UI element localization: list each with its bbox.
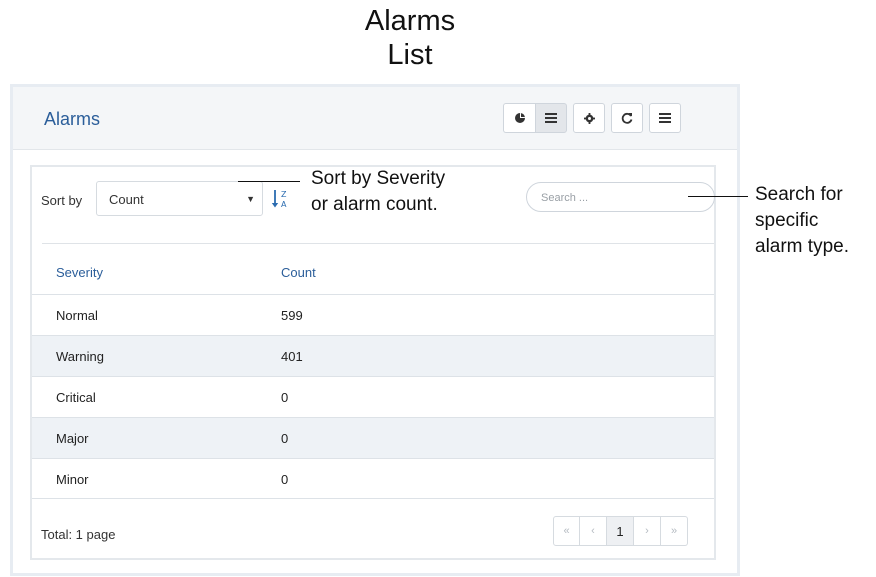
table-row[interactable]: Normal 599 bbox=[32, 294, 714, 335]
alarms-grid-panel: Sort by Count ▼ Z A Severity Count Norma… bbox=[30, 165, 716, 560]
svg-text:Z: Z bbox=[281, 190, 287, 199]
figure-title-line-2: List bbox=[387, 39, 433, 71]
column-header-severity[interactable]: Severity bbox=[56, 265, 103, 280]
svg-text:A: A bbox=[281, 200, 287, 209]
prev-page-button[interactable]: ‹ bbox=[580, 516, 607, 546]
cell-severity: Warning bbox=[56, 349, 104, 364]
chevron-down-icon: ▼ bbox=[246, 194, 255, 204]
sort-callout-text: Sort by Severity or alarm count. bbox=[311, 166, 445, 218]
list-view-icon bbox=[545, 113, 557, 123]
pagination: « ‹ 1 › » bbox=[553, 516, 688, 546]
first-page-button[interactable]: « bbox=[553, 516, 580, 546]
menu-icon bbox=[659, 113, 671, 123]
sort-callout-line bbox=[238, 181, 300, 182]
cell-severity: Normal bbox=[56, 308, 98, 323]
search-callout-line-3: alarm type. bbox=[755, 236, 849, 257]
cell-severity: Minor bbox=[56, 472, 89, 487]
widget-header: Alarms bbox=[13, 87, 737, 150]
refresh-icon bbox=[621, 112, 633, 124]
pie-chart-view-button[interactable] bbox=[503, 103, 535, 133]
search-input[interactable] bbox=[539, 189, 703, 207]
figure-title-line-1: Alarms bbox=[364, 5, 456, 37]
cell-count: 599 bbox=[281, 308, 303, 323]
search-box[interactable] bbox=[526, 182, 715, 212]
refresh-button[interactable] bbox=[611, 103, 643, 133]
search-callout-text: Search for specific alarm type. bbox=[755, 182, 849, 260]
alarms-widget: Alarms Sort by Count ▼ Z A Search ... Se… bbox=[10, 84, 740, 576]
sort-by-select[interactable]: Count ▼ bbox=[96, 181, 263, 216]
table-row[interactable]: Minor 0 bbox=[32, 458, 714, 499]
pie-chart-icon bbox=[514, 113, 525, 123]
cell-severity: Major bbox=[56, 431, 89, 446]
next-page-button[interactable]: › bbox=[634, 516, 661, 546]
menu-button[interactable] bbox=[649, 103, 681, 133]
sort-by-label: Sort by bbox=[41, 193, 83, 208]
cell-count: 401 bbox=[281, 349, 303, 364]
cell-count: 0 bbox=[281, 431, 289, 446]
cell-severity: Critical bbox=[56, 390, 96, 405]
cell-count: 0 bbox=[281, 472, 289, 487]
view-toggle-group bbox=[503, 103, 573, 133]
divider bbox=[42, 243, 714, 244]
figure-title: Alarms List bbox=[300, 4, 520, 72]
last-page-button[interactable]: » bbox=[661, 516, 688, 546]
widget-toolbar bbox=[503, 103, 687, 133]
list-view-button[interactable] bbox=[535, 103, 567, 133]
settings-button[interactable] bbox=[573, 103, 605, 133]
table-row[interactable]: Major 0 bbox=[32, 417, 714, 458]
table-row[interactable]: Warning 401 bbox=[32, 335, 714, 376]
table-body: Normal 599 Warning 401 Critical 0 Major … bbox=[32, 294, 714, 499]
search-callout-line-2: specific bbox=[755, 210, 819, 231]
sort-callout-line-2: or alarm count. bbox=[311, 194, 438, 215]
total-pages-label: Total: 1 page bbox=[41, 527, 116, 542]
sort-order-button[interactable]: Z A bbox=[271, 187, 291, 211]
sort-z-to-a-icon: Z A bbox=[271, 190, 287, 209]
current-page-button[interactable]: 1 bbox=[607, 516, 634, 546]
table-row[interactable]: Critical 0 bbox=[32, 376, 714, 417]
cell-count: 0 bbox=[281, 390, 289, 405]
column-header-count[interactable]: Count bbox=[281, 265, 316, 280]
sort-by-value: Count bbox=[109, 192, 144, 207]
gear-icon bbox=[583, 112, 595, 124]
widget-title: Alarms bbox=[44, 109, 101, 129]
search-callout-line-1: Search for bbox=[755, 184, 843, 205]
sort-callout-line-1: Sort by Severity bbox=[311, 168, 446, 189]
search-callout-line bbox=[688, 196, 748, 197]
